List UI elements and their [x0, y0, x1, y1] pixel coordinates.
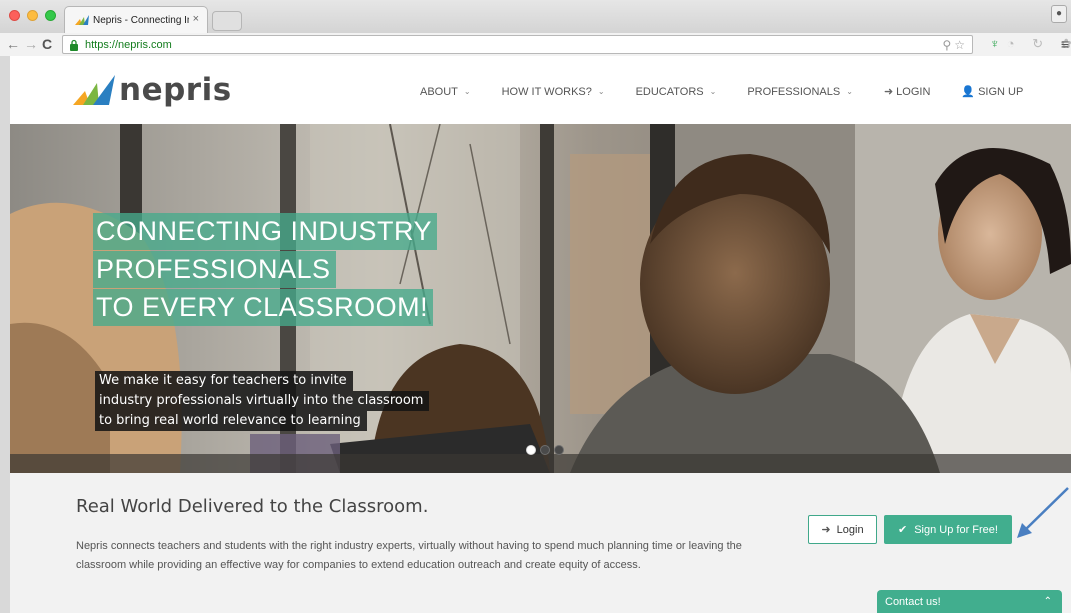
hero-headline: CONNECTING INDUSTRY PROFESSIONALS TO EVE…: [93, 213, 438, 327]
headline-line: PROFESSIONALS: [93, 251, 336, 288]
subline-line: to bring real world relevance to learnin…: [95, 411, 367, 431]
nepris-logo[interactable]: nepris: [73, 72, 232, 108]
logo-text: nepris: [119, 72, 232, 108]
close-window-button[interactable]: [9, 10, 20, 21]
contact-label: Contact us!: [885, 596, 941, 608]
nepris-favicon-icon: [75, 15, 89, 25]
nav-how-it-works[interactable]: HOW IT WORKS? ⌄: [502, 85, 605, 98]
login-button-label: Login: [836, 523, 864, 536]
contact-us-widget[interactable]: Contact us! ⌃: [877, 590, 1062, 613]
nav-label: LOGIN: [896, 85, 931, 98]
web-page: nepris ABOUT ⌄ HOW IT WORKS? ⌄ EDUCATORS…: [10, 56, 1071, 613]
user-icon: 👤: [961, 86, 976, 98]
browser-menu-icon[interactable]: ≡: [1061, 36, 1069, 52]
browser-toolbar: ← → C https://nepris.com ⚲☆ ♆◔ ↻ ✿ ≡: [0, 33, 1071, 56]
sign-in-icon: ➜: [883, 86, 894, 98]
chevron-down-icon: ⌄: [846, 87, 853, 96]
check-icon: ✔: [898, 524, 908, 536]
profile-icon[interactable]: ●: [1051, 5, 1067, 23]
nav-label: PROFESSIONALS: [747, 85, 841, 98]
nav-educators[interactable]: EDUCATORS ⌄: [636, 85, 717, 98]
hero-carousel[interactable]: CONNECTING INDUSTRY PROFESSIONALS TO EVE…: [10, 124, 1071, 473]
subline-line: industry professionals virtually into th…: [95, 391, 430, 411]
nav-label: ABOUT: [420, 85, 458, 98]
headline-line: TO EVERY CLASSROOM!: [93, 289, 434, 326]
carousel-dot[interactable]: [526, 445, 536, 455]
chevron-down-icon: ⌄: [463, 87, 471, 96]
section-title: Real World Delivered to the Classroom.: [76, 496, 429, 517]
forward-icon[interactable]: →: [24, 36, 38, 52]
tab-strip: Nepris - Connecting Indust × ●: [0, 0, 1071, 33]
headline-line: CONNECTING INDUSTRY: [93, 213, 438, 250]
section-body: Nepris connects teachers and students wi…: [76, 540, 742, 571]
carousel-indicators: [526, 445, 568, 455]
nav-label: EDUCATORS: [635, 85, 704, 98]
nav-login[interactable]: ➜ LOGIN: [883, 85, 931, 99]
back-icon[interactable]: ←: [6, 36, 20, 52]
tab-title: Nepris - Connecting Indust: [93, 15, 189, 26]
subline-line: We make it easy for teachers to invite: [95, 371, 353, 391]
chevron-up-icon: ⌃: [1043, 596, 1052, 607]
evernote-icon[interactable]: ♆: [990, 36, 1007, 51]
new-tab-button[interactable]: [212, 11, 242, 31]
tab-close-icon[interactable]: ×: [193, 13, 199, 25]
minimize-window-button[interactable]: [27, 10, 38, 21]
nav-label: HOW IT WORKS?: [501, 85, 592, 98]
browser-chrome: Nepris - Connecting Indust × ● ← → C htt…: [0, 0, 1071, 56]
nav-professionals[interactable]: PROFESSIONALS ⌄: [747, 85, 853, 98]
hero-subline: We make it easy for teachers to invite i…: [95, 371, 430, 431]
sign-up-button-label: Sign Up for Free!: [914, 523, 998, 536]
site-header: nepris ABOUT ⌄ HOW IT WORKS? ⌄ EDUCATORS…: [10, 56, 1071, 124]
extension-icons[interactable]: ♆◔ ↻ ✿: [990, 36, 1071, 52]
login-button[interactable]: ➜ Login: [808, 515, 877, 544]
address-bar[interactable]: https://nepris.com ⚲☆: [62, 35, 973, 54]
lock-icon: [70, 39, 78, 51]
carousel-dot[interactable]: [554, 445, 564, 455]
chevron-down-icon: ⌄: [597, 87, 605, 96]
logo-mark-icon: [73, 75, 115, 105]
reload-icon[interactable]: C: [42, 36, 52, 52]
browser-tab[interactable]: Nepris - Connecting Indust ×: [64, 6, 208, 33]
intro-section: Real World Delivered to the Classroom. N…: [10, 473, 1071, 613]
carousel-dot[interactable]: [540, 445, 550, 455]
sign-up-button[interactable]: ✔ Sign Up for Free!: [884, 515, 1012, 544]
url-text: https://nepris.com: [85, 39, 172, 51]
sign-in-icon: ➜: [821, 524, 831, 536]
nav-about[interactable]: ABOUT ⌄: [420, 85, 471, 98]
maximize-window-button[interactable]: [45, 10, 56, 21]
nav-label: SIGN UP: [978, 85, 1024, 98]
nav-sign-up[interactable]: 👤 SIGN UP: [961, 85, 1024, 99]
main-nav: ABOUT ⌄ HOW IT WORKS? ⌄ EDUCATORS ⌄ PROF…: [420, 85, 1054, 99]
chevron-down-icon: ⌄: [709, 87, 717, 96]
bookmark-star-icon[interactable]: ⚲☆: [942, 38, 968, 52]
